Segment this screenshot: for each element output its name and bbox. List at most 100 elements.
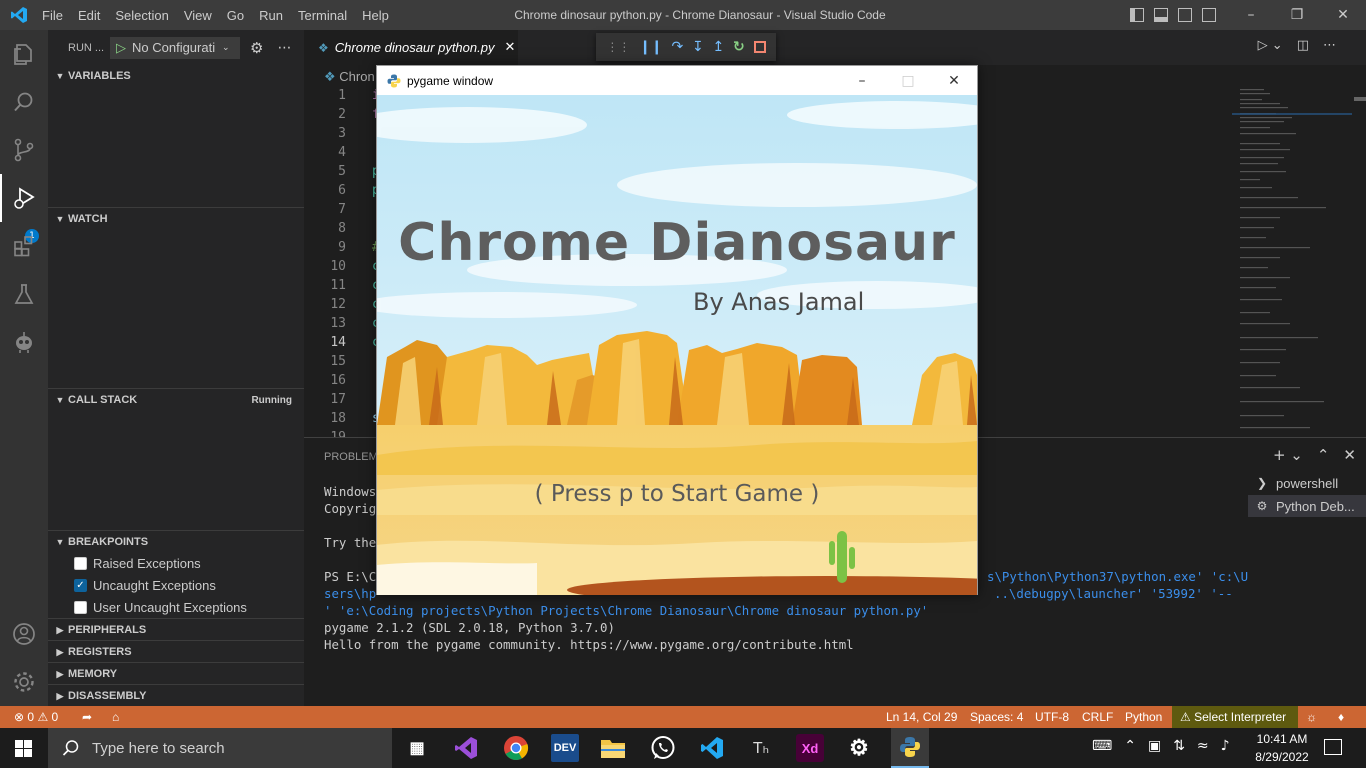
devcpp-icon[interactable]: DEV <box>551 734 579 762</box>
chrome-icon[interactable] <box>502 734 530 762</box>
launch-config-dropdown[interactable]: ▷ No Configurati ⌄ <box>110 36 240 59</box>
menu-run[interactable]: Run <box>259 8 291 23</box>
disassembly-section-header[interactable]: ▶ DISASSEMBLY <box>48 685 304 707</box>
more-actions-icon[interactable]: ⋯ <box>1323 38 1336 53</box>
chevron-down-icon: ▼ <box>55 395 65 405</box>
minimize-button[interactable]: – <box>839 66 885 95</box>
restore-button[interactable]: ❐ <box>1274 0 1320 30</box>
run-file-icon[interactable]: ▷ ⌄ <box>1258 38 1283 53</box>
watch-section-header[interactable]: ▼ WATCH <box>48 208 304 230</box>
notification-center-icon[interactable] <box>1324 739 1342 755</box>
checkbox[interactable] <box>74 600 87 614</box>
minimap[interactable] <box>1232 87 1352 437</box>
breakpoint-raised-exceptions[interactable]: Raised Exceptions <box>74 552 201 574</box>
close-tab-icon[interactable]: ✕ <box>504 40 515 55</box>
meet-now-icon[interactable]: ▣ <box>1148 738 1161 754</box>
file-explorer-icon[interactable] <box>599 734 627 762</box>
windows-start-icon[interactable] <box>15 740 32 757</box>
whatsapp-icon[interactable] <box>649 734 677 762</box>
close-panel-icon[interactable]: ✕ <box>1343 446 1356 464</box>
home-icon[interactable]: ⌂ <box>112 710 119 724</box>
pause-icon[interactable]: ❙❙ <box>639 39 662 55</box>
restart-icon[interactable]: ↻ <box>733 39 745 55</box>
problems-status[interactable]: ⊗ 0 ⚠ 0 <box>14 710 58 724</box>
customize-layout-icon[interactable] <box>1202 8 1216 22</box>
chevron-up-icon[interactable]: ⌃ <box>1124 738 1136 754</box>
toggle-sidebar-icon[interactable] <box>1130 8 1144 22</box>
source-control-icon[interactable] <box>0 126 48 174</box>
select-interpreter-button[interactable]: ⚠ Select Interpreter <box>1172 706 1298 728</box>
vscode-icon[interactable] <box>698 734 726 762</box>
taskbar-clock[interactable]: 10:41 AM 8/29/2022 <box>1252 730 1312 766</box>
task-view-icon[interactable]: ▦ <box>403 734 431 762</box>
breakpoint-user-uncaught-exceptions[interactable]: User Uncaught Exceptions <box>74 596 247 618</box>
drag-handle-icon[interactable]: ⋮⋮ <box>606 40 630 54</box>
visual-studio-icon[interactable] <box>452 734 480 762</box>
maximize-panel-icon[interactable]: ⌃ <box>1317 446 1330 464</box>
breakpoint-uncaught-exceptions[interactable]: ✓ Uncaught Exceptions <box>74 574 216 596</box>
menu-help[interactable]: Help <box>362 8 397 23</box>
menu-selection[interactable]: Selection <box>115 8 176 23</box>
minimize-button[interactable]: – <box>1228 0 1274 30</box>
close-window-button[interactable]: ✕ <box>1320 0 1366 30</box>
python-icon[interactable] <box>891 728 929 768</box>
taskbar-search[interactable]: Type here to search <box>48 728 392 768</box>
close-window-button[interactable]: ✕ <box>931 66 977 95</box>
testing-icon[interactable] <box>0 270 48 318</box>
new-terminal-icon[interactable]: + ⌄ <box>1273 446 1303 464</box>
account-icon[interactable] <box>0 610 48 658</box>
step-over-icon[interactable]: ↷ <box>671 39 683 55</box>
terminal-item-python-debug[interactable]: ⚙ Python Deb... <box>1248 495 1366 517</box>
encoding[interactable]: UTF-8 <box>1035 710 1069 724</box>
stop-icon[interactable] <box>753 41 766 53</box>
registers-section-header[interactable]: ▶ REGISTERS <box>48 641 304 663</box>
maximize-button[interactable]: □ <box>885 66 931 95</box>
menu-view[interactable]: View <box>184 8 220 23</box>
explorer-icon[interactable] <box>0 30 48 78</box>
checkbox-checked[interactable]: ✓ <box>74 578 87 592</box>
robot-icon[interactable] <box>0 318 48 366</box>
terminal-item-powershell[interactable]: ❯ powershell <box>1248 472 1366 494</box>
call-stack-section-header[interactable]: ▼ CALL STACK Running <box>48 389 304 411</box>
breadcrumb-file[interactable]: ❖ Chron <box>324 69 375 85</box>
keyboard-icon[interactable]: ⌨ <box>1092 738 1112 754</box>
search-icon[interactable] <box>0 78 48 126</box>
notifications-bell-icon[interactable]: ♦ <box>1338 710 1344 724</box>
line-ending[interactable]: CRLF <box>1082 710 1113 724</box>
checkbox[interactable] <box>74 556 87 570</box>
settings-icon[interactable]: ⚙ <box>845 734 873 762</box>
typora-icon[interactable]: Tₕ <box>747 734 775 762</box>
variables-section-header[interactable]: ▼ VARIABLES <box>48 65 304 87</box>
toggle-panel-icon[interactable] <box>1154 8 1168 22</box>
extensions-icon[interactable] <box>0 222 48 270</box>
step-out-icon[interactable]: ↥ <box>713 39 725 55</box>
indentation[interactable]: Spaces: 4 <box>970 710 1023 724</box>
memory-section-header[interactable]: ▶ MEMORY <box>48 663 304 685</box>
toggle-secondary-sidebar-icon[interactable] <box>1178 8 1192 22</box>
more-actions-icon[interactable]: ⋯ <box>277 40 291 56</box>
cursor-position[interactable]: Ln 14, Col 29 <box>886 710 957 724</box>
volume-icon[interactable]: ♪ <box>1221 738 1230 754</box>
menu-go[interactable]: Go <box>227 8 252 23</box>
menu-edit[interactable]: Edit <box>78 8 108 23</box>
pygame-title-bar[interactable]: pygame window – □ ✕ <box>377 66 977 95</box>
wifi-icon[interactable]: ≈ <box>1197 738 1209 754</box>
breakpoints-section-header[interactable]: ▼ BREAKPOINTS <box>48 531 304 553</box>
open-launch-json-gear-icon[interactable]: ⚙ <box>250 39 263 57</box>
menu-terminal[interactable]: Terminal <box>298 8 355 23</box>
editor-scrollbar[interactable] <box>1352 87 1366 437</box>
feedback-icon[interactable]: ☼ <box>1306 710 1317 724</box>
editor-tab[interactable]: ❖ Chrome dinosaur python.py ✕ <box>304 30 518 65</box>
run-debug-icon[interactable] <box>0 174 48 222</box>
game-canvas[interactable]: Chrome Dianosaur By Anas Jamal ( Press p… <box>377 95 977 595</box>
start-debug-icon[interactable]: ▷ <box>116 40 126 56</box>
settings-gear-icon[interactable] <box>0 658 48 706</box>
debug-select-icon[interactable]: ➦ <box>82 710 92 724</box>
adobe-xd-icon[interactable]: Xd <box>796 734 824 762</box>
menu-file[interactable]: File <box>42 8 71 23</box>
split-editor-icon[interactable]: ◫ <box>1297 38 1309 53</box>
step-into-icon[interactable]: ↧ <box>692 39 704 55</box>
language-mode[interactable]: Python <box>1125 710 1162 724</box>
ime-icon[interactable]: ⇅ <box>1173 738 1185 754</box>
peripherals-section-header[interactable]: ▶ PERIPHERALS <box>48 619 304 641</box>
